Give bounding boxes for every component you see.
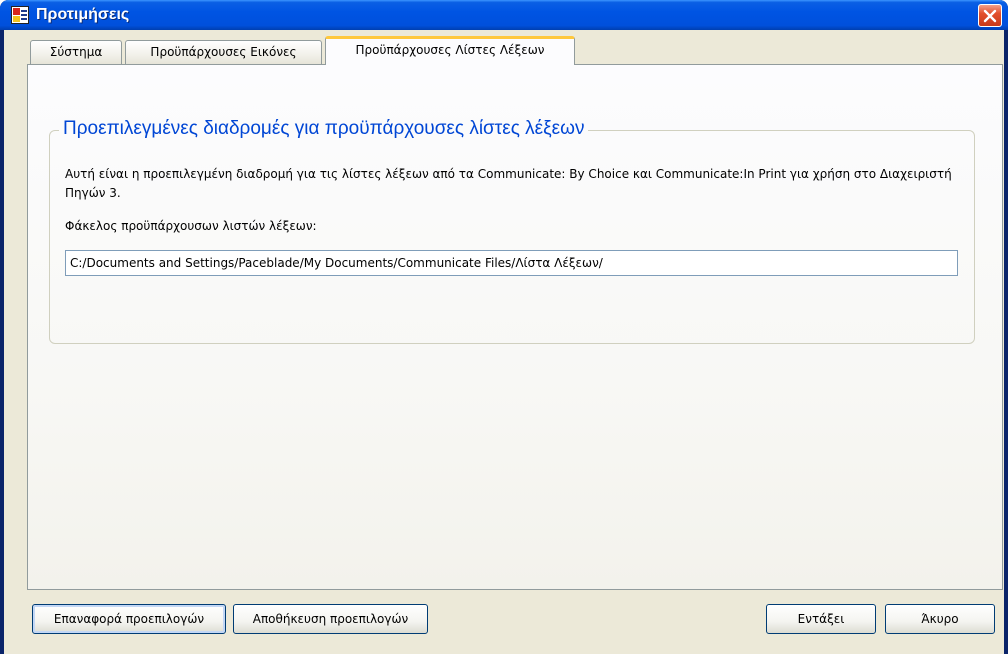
- folder-label: Φάκελος προϋπάρχουσων λιστών λέξεων:: [65, 219, 317, 233]
- cancel-button[interactable]: Άκυρο: [885, 604, 995, 634]
- group-legend: Προεπιλεγμένες διαδρομές για προϋπάρχουσ…: [59, 118, 589, 140]
- preferences-window: Προτιμήσεις Σύστημα Προϋπάρχουσες Εικόνε…: [0, 0, 1008, 654]
- description-text: Αυτή είναι η προεπιλεγμένη διαδρομή για …: [65, 167, 952, 200]
- folder-path-input[interactable]: [65, 250, 958, 276]
- close-icon: [983, 9, 997, 23]
- close-button[interactable]: [978, 4, 1002, 27]
- window-title: Προτιμήσεις: [36, 6, 130, 23]
- tab-existing-images[interactable]: Προϋπάρχουσες Εικόνες: [125, 40, 322, 64]
- ok-button[interactable]: Εντάξει: [766, 604, 876, 634]
- tab-system[interactable]: Σύστημα: [30, 40, 122, 64]
- app-icon: [11, 6, 29, 24]
- save-defaults-button[interactable]: Αποθήκευση προεπιλογών: [233, 604, 428, 634]
- default-paths-group: [49, 130, 975, 344]
- title-bar[interactable]: Προτιμήσεις: [0, 0, 1008, 30]
- tab-existing-word-lists[interactable]: Προϋπάρχουσες Λίστες Λέξεων: [325, 36, 575, 65]
- reset-defaults-button[interactable]: Επαναφορά προεπιλογών: [32, 604, 226, 634]
